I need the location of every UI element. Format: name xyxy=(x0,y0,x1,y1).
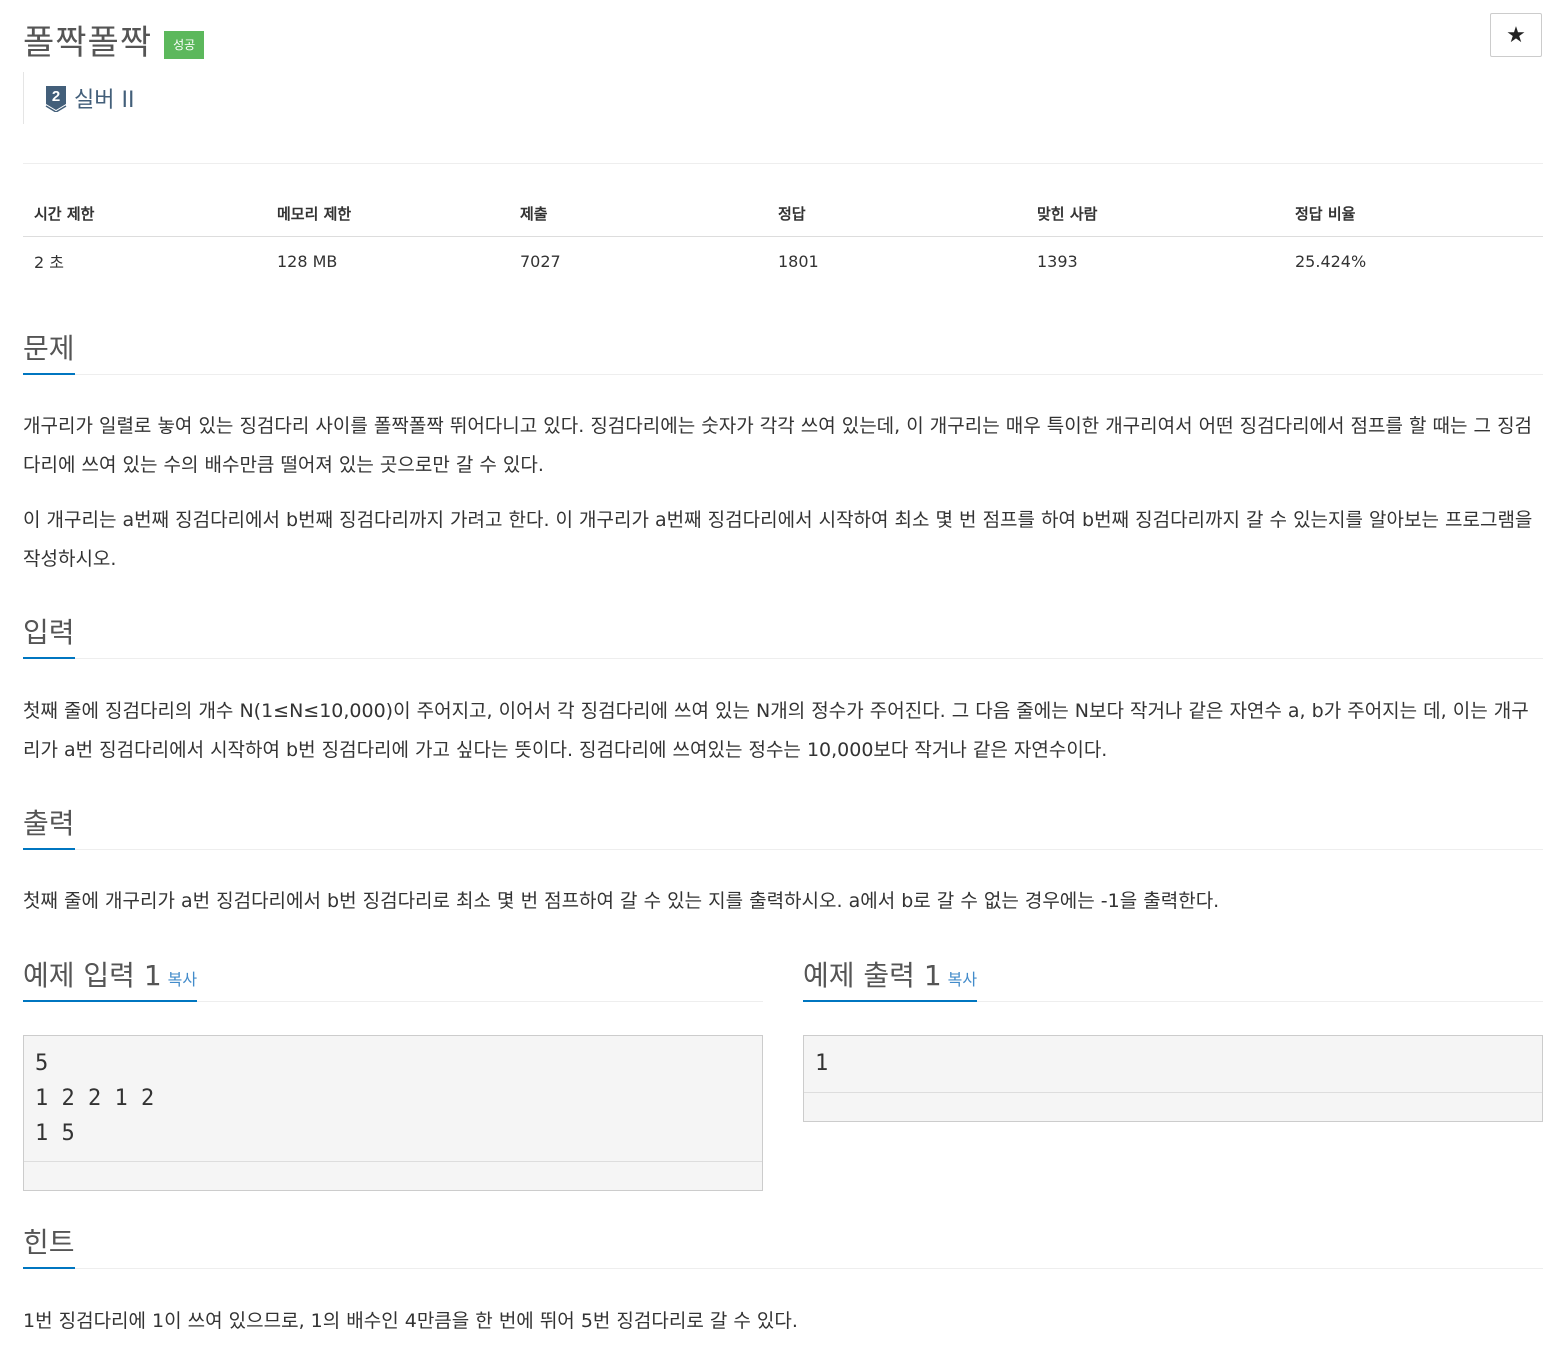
sample-input-footer xyxy=(24,1161,762,1190)
header-time-limit: 시간 제한 xyxy=(23,190,266,237)
sample-input-copy-button[interactable]: 복사 xyxy=(168,970,197,989)
title-row: 폴짝폴짝 성공 xyxy=(23,14,205,64)
sample-output-headline: 예제 출력 1 복사 xyxy=(803,955,1543,1002)
header-submissions: 제출 xyxy=(509,190,767,237)
output-heading: 출력 xyxy=(23,804,75,850)
sample-input-box[interactable]: 5 1 2 2 1 2 1 5 xyxy=(23,1035,763,1191)
tier-row[interactable]: 2 실버 II xyxy=(23,72,134,124)
input-description: 첫째 줄에 징검다리의 개수 N(1≤N≤10,000)이 주어지고, 이어서 … xyxy=(23,700,1529,761)
silver-tier-icon: 2 xyxy=(45,86,67,112)
info-header-row: 시간 제한 메모리 제한 제출 정답 맞힌 사람 정답 비율 xyxy=(23,190,1543,237)
header-solved-users: 맞힌 사람 xyxy=(1026,190,1284,237)
header-memory-limit: 메모리 제한 xyxy=(266,190,509,237)
star-icon: ★ xyxy=(1506,22,1526,48)
tier-label[interactable]: 실버 II xyxy=(74,82,134,114)
header-accept-ratio: 정답 비율 xyxy=(1284,190,1543,237)
info-value-row: 2 초 128 MB 7027 1801 1393 25.424% xyxy=(23,237,1543,286)
status-badge: 성공 xyxy=(164,31,205,59)
problem-paragraph-2: 이 개구리는 a번째 징검다리에서 b번째 징검다리까지 가려고 한다. 이 개… xyxy=(23,509,1533,570)
tier-number: 2 xyxy=(52,88,60,105)
sample-output-copy-button[interactable]: 복사 xyxy=(948,970,977,989)
output-description: 첫째 줄에 개구리가 a번 징검다리에서 b번 징검다리로 최소 몇 번 점프하… xyxy=(23,890,1220,912)
value-accept-ratio: 25.424% xyxy=(1295,251,1367,271)
header-accepted: 정답 xyxy=(767,190,1026,237)
sample-output-box[interactable]: 1 xyxy=(803,1035,1543,1122)
input-headline: 입력 xyxy=(23,612,1543,659)
sample-input-headline: 예제 입력 1 복사 xyxy=(23,955,763,1002)
problem-info-table: 시간 제한 메모리 제한 제출 정답 맞힌 사람 정답 비율 2 초 128 M… xyxy=(23,190,1543,285)
sample-output-footer xyxy=(804,1092,1542,1121)
sample-input-content: 5 1 2 2 1 2 1 5 xyxy=(35,1051,155,1146)
value-memory-limit: 128 MB xyxy=(277,251,338,271)
output-headline: 출력 xyxy=(23,803,1543,850)
hint-heading: 힌트 xyxy=(23,1223,75,1269)
sample-output-heading: 예제 출력 1 복사 xyxy=(803,956,978,1002)
input-heading: 입력 xyxy=(23,613,75,659)
hint-headline: 힌트 xyxy=(23,1222,1543,1269)
sample-output-content: 1 xyxy=(815,1051,829,1076)
sample-input-heading: 예제 입력 1 복사 xyxy=(23,956,198,1002)
header-divider xyxy=(23,163,1543,164)
star-button[interactable]: ★ xyxy=(1490,13,1542,57)
value-accepted: 1801 xyxy=(778,251,819,271)
hint-text: 1번 징검다리에 1이 쓰여 있으므로, 1의 배수인 4만큼을 한 번에 뛰어… xyxy=(23,1310,798,1332)
problem-title: 폴짝폴짝 xyxy=(23,22,153,63)
problem-heading: 문제 xyxy=(23,329,75,375)
problem-headline: 문제 xyxy=(23,328,1543,375)
sample-output-title: 예제 출력 1 xyxy=(803,959,942,992)
value-solved-users: 1393 xyxy=(1037,251,1078,271)
value-submissions: 7027 xyxy=(520,251,561,271)
problem-paragraph-1: 개구리가 일렬로 놓여 있는 징검다리 사이를 폴짝폴짝 뛰어다니고 있다. 징… xyxy=(23,415,1533,476)
value-time-limit: 2 초 xyxy=(34,253,64,272)
sample-input-title: 예제 입력 1 xyxy=(23,959,162,992)
